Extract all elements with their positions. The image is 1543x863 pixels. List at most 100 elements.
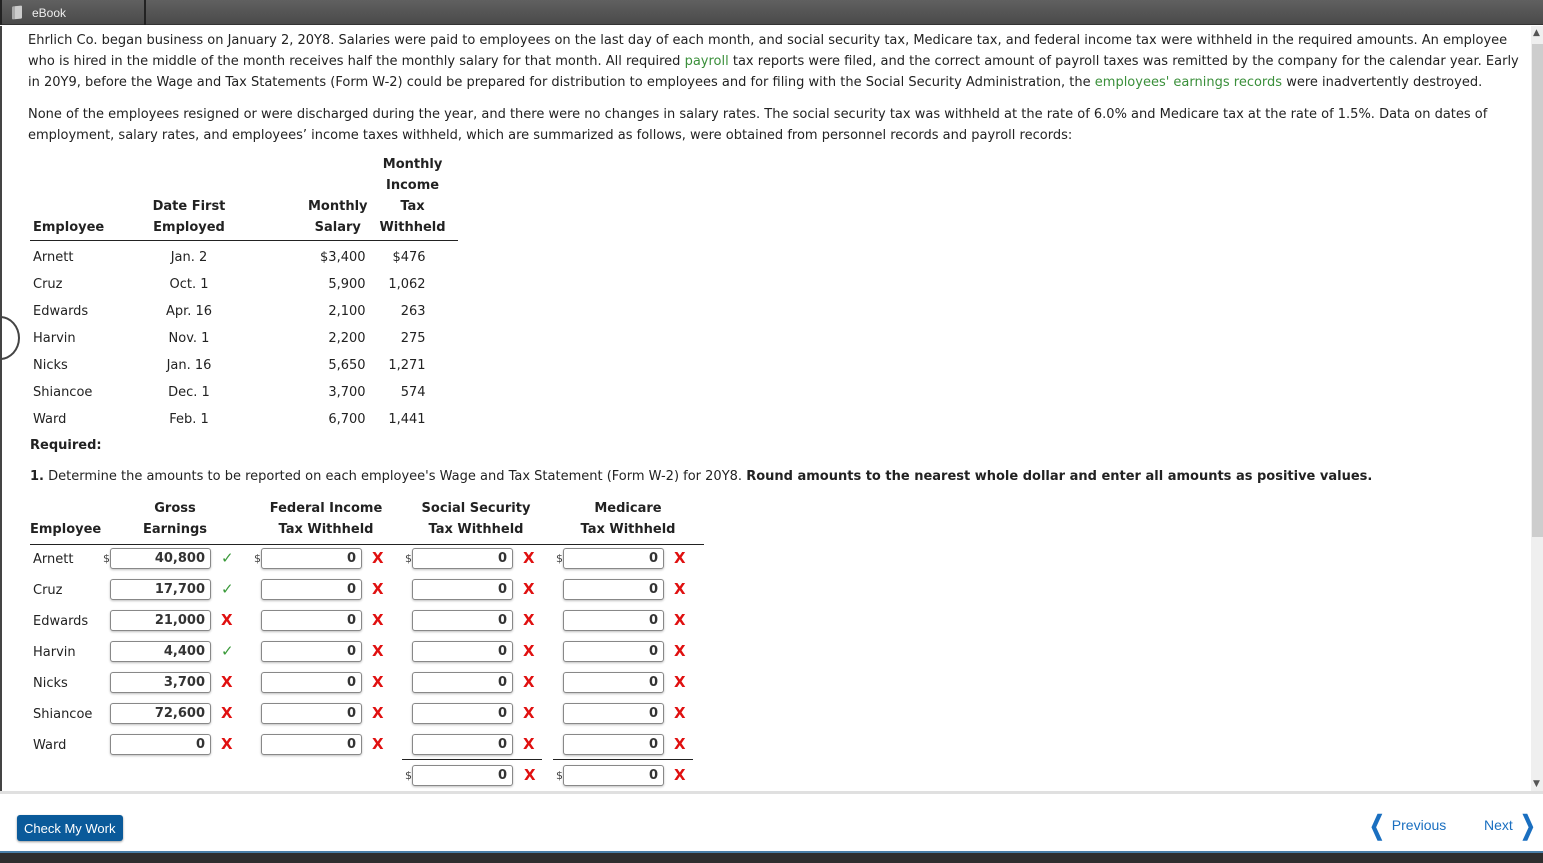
incorrect-icon: X [523, 673, 535, 691]
correct-check-icon: ✓ [221, 549, 234, 567]
data-table-row: Harvin Nov. 1 2,200 275 [30, 322, 458, 349]
ebook-tab[interactable]: eBook [0, 0, 146, 25]
social-security-tax-input[interactable] [412, 641, 513, 662]
federal-tax-input[interactable] [261, 641, 362, 662]
date-first-employed: Oct. 1 [169, 276, 209, 292]
monthly-salary: 5,650 [328, 357, 366, 373]
incorrect-icon: X [523, 704, 535, 722]
date-first-employed: Jan. 2 [170, 249, 208, 265]
incorrect-icon: X [674, 766, 686, 784]
answer-header-federal: Federal Income Tax Withheld [256, 498, 396, 540]
employee-name: Ward [33, 411, 67, 427]
federal-tax-input[interactable] [261, 579, 362, 600]
scrollbar-thumb[interactable] [1532, 44, 1543, 537]
incorrect-icon: X [221, 704, 233, 722]
previous-button[interactable]: ❮ Previous [1366, 812, 1446, 838]
answer-header-social-security: Social Security Tax Withheld [406, 498, 546, 540]
ebook-tab-label: eBook [32, 5, 67, 20]
currency-symbol: $ [254, 552, 261, 565]
header-line: Employee [30, 522, 102, 537]
header-monthly-salary: Monthly Salary [228, 154, 368, 241]
monthly-salary: 3,700 [328, 384, 366, 400]
header-line: Tax Withheld [428, 522, 524, 537]
monthly-income-tax: 1,441 [388, 411, 426, 427]
incorrect-icon: X [372, 673, 384, 691]
medicare-tax-input[interactable] [563, 548, 664, 569]
intro-paragraph-1: Ehrlich Co. began business on January 2,… [28, 30, 1523, 93]
gross-earnings-input[interactable] [110, 734, 211, 755]
social-security-tax-input[interactable] [412, 548, 513, 569]
federal-tax-input[interactable] [261, 734, 362, 755]
social-security-tax-input[interactable] [412, 610, 513, 631]
answer-row-employee: Cruz [33, 583, 63, 598]
ss-total-input[interactable] [412, 765, 513, 786]
data-table-row: Arnett Jan. 2 $3,400 $476 [30, 241, 458, 268]
gross-earnings-input[interactable] [110, 579, 211, 600]
check-my-work-button[interactable]: Check My Work [17, 815, 123, 841]
scroll-down-icon[interactable]: ▼ [1533, 779, 1540, 789]
monthly-income-tax: 1,062 [388, 276, 426, 292]
incorrect-icon: X [674, 704, 686, 722]
incorrect-icon: X [372, 642, 384, 660]
employee-name: Shiancoe [33, 384, 93, 400]
collapse-panel-handle[interactable] [2, 316, 20, 360]
date-first-employed: Dec. 1 [168, 384, 210, 400]
medicare-tax-input[interactable] [563, 610, 664, 631]
answer-row-employee: Harvin [33, 645, 76, 660]
header-line: Gross [154, 501, 196, 516]
data-table-row: Cruz Oct. 1 5,900 1,062 [30, 268, 458, 295]
header-line: Medicare [594, 501, 662, 516]
monthly-income-tax: $476 [392, 249, 426, 265]
medicare-tax-input[interactable] [563, 672, 664, 693]
medicare-tax-input[interactable] [563, 734, 664, 755]
social-security-tax-input[interactable] [412, 672, 513, 693]
social-security-tax-input[interactable] [412, 579, 513, 600]
intro-paragraph-2: None of the employees resigned or were d… [28, 107, 1488, 143]
incorrect-icon: X [372, 611, 384, 629]
instruction-text: 1. Determine the amounts to be reported … [30, 469, 1372, 484]
header-line: Salary [314, 220, 361, 235]
header-monthly-income-tax: Monthly Income Tax Withheld [368, 154, 458, 241]
correct-check-icon: ✓ [221, 580, 234, 598]
scroll-up-icon[interactable]: ▲ [1533, 28, 1540, 38]
vertical-scrollbar[interactable]: ▲ ▼ [1531, 26, 1543, 791]
payroll-link[interactable]: payroll [685, 54, 729, 69]
header-line: Tax [400, 199, 425, 214]
instruction-number: 1. [30, 469, 44, 484]
chevron-left-icon: ❮ [1369, 810, 1385, 840]
medicare-total-input[interactable] [563, 765, 664, 786]
answer-row-employee: Shiancoe [33, 707, 93, 722]
next-button[interactable]: Next ❯ [1484, 812, 1539, 838]
header-line: Date First [152, 199, 226, 214]
federal-tax-input[interactable] [261, 548, 362, 569]
incorrect-icon: X [674, 642, 686, 660]
chevron-right-icon: ❯ [1520, 810, 1536, 840]
federal-tax-input[interactable] [261, 610, 362, 631]
incorrect-icon: X [674, 611, 686, 629]
employee-name: Cruz [33, 276, 63, 292]
gross-earnings-input[interactable] [110, 672, 211, 693]
gross-earnings-input[interactable] [110, 610, 211, 631]
header-line: Social Security [421, 501, 531, 516]
gross-earnings-input[interactable] [110, 641, 211, 662]
answer-row-employee: Ward [33, 738, 67, 753]
currency-symbol: $ [556, 769, 563, 782]
incorrect-icon: X [523, 642, 535, 660]
incorrect-icon: X [221, 673, 233, 691]
earnings-records-link[interactable]: employees' earnings records [1095, 75, 1282, 90]
medicare-tax-input[interactable] [563, 641, 664, 662]
medicare-tax-input[interactable] [563, 703, 664, 724]
federal-tax-input[interactable] [261, 703, 362, 724]
data-table-header: Employee Date First Employed Monthly Salar… [30, 154, 458, 241]
gross-earnings-input[interactable] [110, 548, 211, 569]
medicare-tax-input[interactable] [563, 579, 664, 600]
social-security-tax-input[interactable] [412, 734, 513, 755]
federal-tax-input[interactable] [261, 672, 362, 693]
gross-earnings-input[interactable] [110, 703, 211, 724]
incorrect-icon: X [372, 549, 384, 567]
data-table-row: Edwards Apr. 16 2,100 263 [30, 295, 458, 322]
social-security-tax-input[interactable] [412, 703, 513, 724]
book-icon [12, 5, 22, 20]
date-first-employed: Nov. 1 [168, 330, 210, 346]
header-line: Tax Withheld [580, 522, 676, 537]
